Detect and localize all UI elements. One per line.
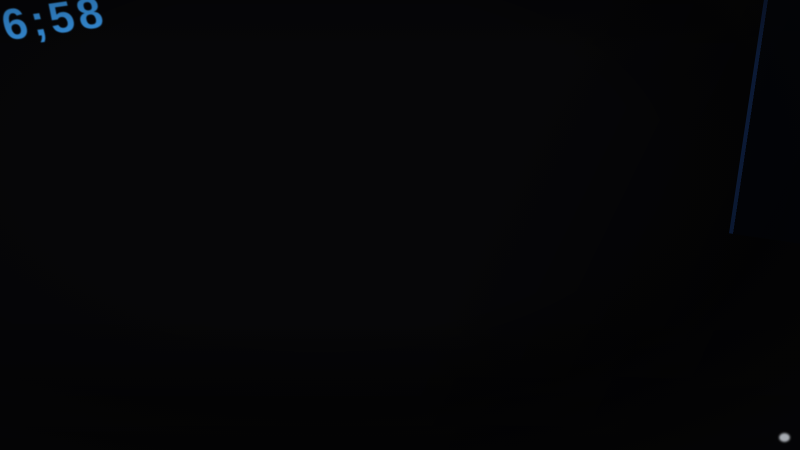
- photo-of-premiere-timeline: 6;58: [0, 0, 800, 450]
- premiere-timeline-panel: 6;58: [0, 0, 800, 450]
- glare-dot: [779, 433, 790, 442]
- playhead-timecode[interactable]: 6;58: [0, 0, 112, 51]
